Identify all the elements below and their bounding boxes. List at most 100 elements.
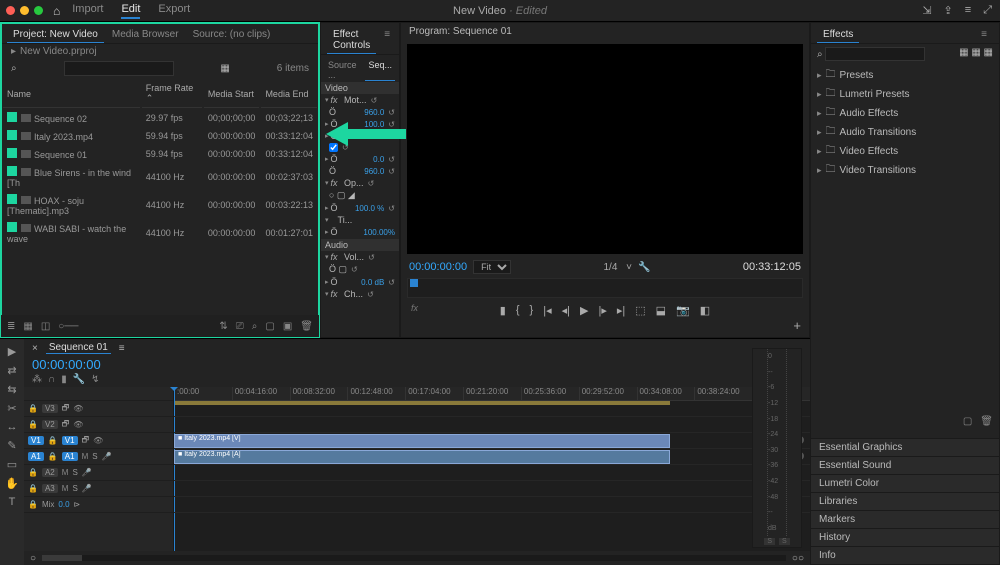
ec-pos-x[interactable]: 960.0 [364, 108, 384, 117]
mark-in-icon[interactable]: { [516, 304, 520, 317]
fullscreen-icon[interactable]: ⤢ [983, 4, 992, 17]
workspace-icon[interactable]: ≡ [965, 4, 971, 17]
new-bin-btn-icon[interactable]: ▢ [265, 321, 274, 332]
go-out-icon[interactable]: ▸| [617, 304, 625, 317]
timeline-ruler[interactable]: :00:0000:04:16:0000:08:32:0000:12:48:000… [174, 387, 810, 401]
lift-icon[interactable]: ⬚ [635, 304, 645, 317]
accel-icon[interactable]: ▦ ▦ ▦ [959, 47, 993, 58]
timeline-zoom-scroll[interactable] [42, 555, 786, 561]
compare-icon[interactable]: ◧ [700, 304, 710, 317]
maximize-icon[interactable] [34, 6, 43, 15]
new-bin-icon[interactable]: ▦ [220, 63, 229, 74]
panel-menu-icon[interactable]: ≡ [975, 27, 993, 43]
ec-scale[interactable]: 100.0 [364, 132, 384, 141]
clip-audio[interactable]: ■ Italy 2023.mp4 [A] [174, 450, 670, 464]
track-a2[interactable]: A2 [42, 468, 58, 477]
step-back-icon[interactable]: ◂| [562, 304, 570, 317]
panel-menu-icon[interactable]: ≡ [378, 27, 396, 54]
icon-view-icon[interactable]: ▦ [23, 321, 32, 332]
effects-folder[interactable]: ▸🗀Video Effects [817, 142, 993, 161]
col-media-end[interactable]: Media End [261, 80, 317, 108]
track-mix[interactable]: Mix [42, 500, 54, 509]
col-framerate[interactable]: Frame Rate ⌃ [142, 80, 202, 108]
asset-row[interactable]: Sequence 0229.97 fps00;00;00;0000;03;22;… [3, 110, 317, 126]
ec-anchor-x[interactable]: 960.0 [364, 167, 384, 176]
play-icon[interactable]: ▶ [580, 304, 588, 317]
snap-icon[interactable]: ⁂ [32, 374, 42, 385]
nav-import[interactable]: Import [72, 3, 103, 19]
zoom-slider[interactable]: ○── [58, 321, 78, 332]
selection-tool-icon[interactable]: ▶ [8, 345, 16, 358]
collapsed-panel[interactable]: Info [811, 546, 999, 564]
program-monitor-viewport[interactable] [407, 44, 803, 254]
add-marker-icon[interactable]: ▮ [500, 304, 506, 317]
effects-search-input[interactable] [825, 47, 925, 61]
timeline-close-icon[interactable]: × [32, 343, 38, 354]
asset-row[interactable]: Blue Sirens - in the wind [Th44100 Hz00:… [3, 164, 317, 190]
wrench-icon[interactable]: ↯ [91, 374, 99, 385]
ec-level[interactable]: 0.0 dB [361, 278, 384, 287]
collapsed-panel[interactable]: History [811, 528, 999, 546]
track-v1[interactable]: V1 [62, 436, 78, 445]
ec-uniform-check[interactable] [329, 143, 338, 152]
go-in-icon[interactable]: |◂ [543, 304, 551, 317]
settings-icon[interactable]: 🔧 [638, 262, 650, 273]
src-a1[interactable]: A1 [28, 452, 44, 461]
trash-icon[interactable]: 🗑 [980, 416, 993, 430]
program-tc-in[interactable]: 00:00:00:00 [409, 261, 467, 273]
freeform-view-icon[interactable]: ◫ [41, 321, 50, 332]
sort-icon[interactable]: ⇅ [219, 321, 227, 332]
type-tool-icon[interactable]: T [9, 496, 16, 508]
asset-row[interactable]: HOAX - soju [Thematic].mp344100 Hz00:00:… [3, 192, 317, 218]
pen-tool-icon[interactable]: ✎ [7, 439, 16, 452]
settings-icon[interactable]: 🔧 [73, 374, 85, 385]
tab-effects[interactable]: Effects [817, 27, 859, 43]
search-icon[interactable]: ⌕ [11, 63, 17, 74]
program-scrubber[interactable] [407, 278, 803, 298]
collapsed-panel[interactable]: Lumetri Color [811, 474, 999, 492]
project-search-input[interactable] [64, 61, 174, 76]
razor-tool-icon[interactable]: ✂ [7, 402, 16, 415]
tab-project[interactable]: Project: New Video [7, 27, 104, 43]
tab-source[interactable]: Source: (no clips) [187, 27, 277, 43]
mark-out-icon[interactable]: } [530, 304, 534, 317]
ec-pos-y[interactable]: 100.0 [364, 120, 384, 129]
program-resolution[interactable]: 1/4 [604, 262, 618, 273]
track-v3[interactable]: V3 [42, 404, 58, 413]
solo-r[interactable]: S [779, 538, 790, 545]
new-item-icon[interactable]: ▣ [283, 321, 292, 332]
col-name[interactable]: Name [3, 80, 140, 108]
effects-folder[interactable]: ▸🗀Audio Effects [817, 104, 993, 123]
track-a1[interactable]: A1 [62, 452, 78, 461]
clip-video[interactable]: ■ Italy 2023.mp4 [V] [174, 434, 670, 448]
new-bin-icon[interactable]: ▢ [963, 416, 972, 430]
effects-folder[interactable]: ▸🗀Audio Transitions [817, 123, 993, 142]
extract-icon[interactable]: ⬓ [656, 304, 666, 317]
linked-sel-icon[interactable]: ∩ [48, 374, 55, 385]
tab-effect-controls[interactable]: Effect Controls [327, 27, 376, 54]
track-a3[interactable]: A3 [42, 484, 58, 493]
rect-tool-icon[interactable]: ▭ [7, 458, 17, 471]
track-select-tool-icon[interactable]: ⇄ [7, 364, 16, 377]
asset-row[interactable]: WABI SABI - watch the wave44100 Hz00:00:… [3, 220, 317, 246]
trash-icon[interactable]: 🗑 [300, 321, 313, 332]
asset-row[interactable]: Sequence 0159.94 fps00:00:00:0000:33:12:… [3, 146, 317, 162]
effects-folder[interactable]: ▸🗀Video Transitions [817, 161, 993, 180]
collapsed-panel[interactable]: Libraries [811, 492, 999, 510]
step-fwd-icon[interactable]: |▸ [598, 304, 606, 317]
playhead-icon[interactable] [410, 279, 418, 287]
minimize-icon[interactable] [20, 6, 29, 15]
button-editor-plus-icon[interactable]: + [793, 318, 801, 333]
tab-menu-icon[interactable]: ≡ [119, 343, 125, 354]
collapsed-panel[interactable]: Essential Graphics [811, 438, 999, 456]
col-media-start[interactable]: Media Start [204, 80, 260, 108]
tab-sequence[interactable]: Sequence 01 [46, 342, 111, 354]
nav-edit[interactable]: Edit [121, 3, 140, 19]
effects-folder[interactable]: ▸🗀Lumetri Presets [817, 85, 993, 104]
list-view-icon[interactable]: ≣ [7, 321, 15, 332]
collapsed-panel[interactable]: Markers [811, 510, 999, 528]
share-icon[interactable]: ⇪ [944, 4, 953, 17]
close-icon[interactable] [6, 6, 15, 15]
nav-export[interactable]: Export [158, 3, 190, 19]
ec-opacity[interactable]: 100.0 % [355, 204, 384, 213]
